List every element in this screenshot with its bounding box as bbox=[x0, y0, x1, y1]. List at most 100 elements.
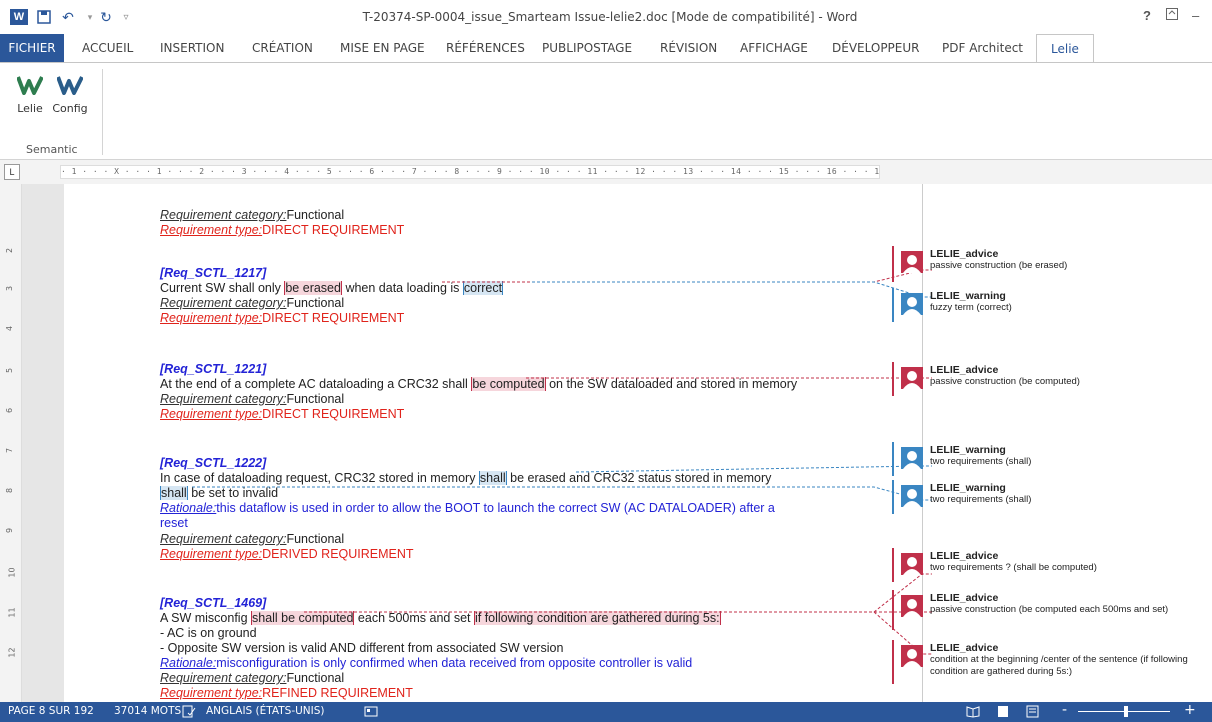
comment-text: condition at the beginning /center of th… bbox=[930, 654, 1188, 677]
config-logo-icon bbox=[57, 76, 83, 95]
vertical-ruler[interactable]: 2 3 4 5 6 7 8 9 10 11 12 bbox=[0, 184, 22, 702]
word-count[interactable]: 37014 MOTS bbox=[114, 705, 181, 717]
customize-quick-access-icon[interactable]: ▿ bbox=[116, 8, 136, 26]
vruler-tick: 4 bbox=[5, 325, 15, 332]
config-button[interactable]: Config bbox=[50, 71, 90, 115]
ribbon-tabs: FICHIER ACCUEIL INSERTION CRÉATION MISE … bbox=[0, 34, 1212, 62]
ribbon-group-divider bbox=[102, 69, 103, 155]
ruler-bar: L · 1 · · · X · · · 1 · · · 2 · · · 3 · … bbox=[0, 160, 1212, 184]
vruler-tick: 2 bbox=[5, 247, 15, 254]
tab-affichage[interactable]: AFFICHAGE bbox=[740, 34, 808, 62]
advice-avatar-icon bbox=[901, 645, 923, 667]
lelie-logo-icon bbox=[17, 76, 43, 95]
config-button-label: Config bbox=[52, 102, 88, 115]
zoom-out-button[interactable]: - bbox=[1062, 702, 1067, 718]
vruler-tick: 11 bbox=[7, 607, 17, 618]
comment-marker bbox=[892, 640, 894, 684]
warning-avatar-icon bbox=[901, 447, 923, 469]
save-icon[interactable] bbox=[34, 8, 54, 26]
comment-author: LELIE_advice bbox=[930, 642, 999, 654]
comment-author: LELIE_advice bbox=[930, 248, 999, 260]
tab-fichier[interactable]: FICHIER bbox=[0, 34, 64, 62]
language-indicator[interactable]: ANGLAIS (ÉTATS-UNIS) bbox=[206, 705, 325, 717]
tab-accueil[interactable]: ACCUEIL bbox=[82, 34, 133, 62]
status-bar: PAGE 8 SUR 192 37014 MOTS ANGLAIS (ÉTATS… bbox=[0, 702, 1212, 722]
comment-marker bbox=[892, 288, 894, 322]
warning-avatar-icon bbox=[901, 293, 923, 315]
undo-icon[interactable]: ↶ bbox=[58, 8, 78, 26]
vruler-tick: 12 bbox=[7, 647, 17, 658]
advice-avatar-icon bbox=[901, 553, 923, 575]
zoom-slider-thumb[interactable] bbox=[1124, 706, 1128, 717]
lelie-button[interactable]: Lelie bbox=[10, 71, 50, 115]
tab-developpeur[interactable]: DÉVELOPPEUR bbox=[832, 34, 920, 62]
vruler-tick: 7 bbox=[5, 447, 15, 454]
comment-balloon[interactable]: LELIE_warning two requirements (shall) bbox=[892, 442, 1212, 476]
comment-marker bbox=[892, 480, 894, 514]
vruler-tick: 5 bbox=[5, 367, 15, 374]
comment-balloon[interactable]: LELIE_warning fuzzy term (correct) bbox=[892, 288, 1212, 322]
comment-marker bbox=[892, 362, 894, 396]
tab-mise-en-page[interactable]: MISE EN PAGE bbox=[340, 34, 425, 62]
advice-avatar-icon bbox=[901, 595, 923, 617]
lelie-button-label: Lelie bbox=[17, 102, 43, 115]
comment-balloon[interactable]: LELIE_advice two requirements ? (shall b… bbox=[892, 548, 1212, 582]
tab-lelie[interactable]: Lelie bbox=[1036, 34, 1094, 62]
tab-publipostage[interactable]: PUBLIPOSTAGE bbox=[542, 34, 632, 62]
ribbon-panel: Lelie Config Semantic bbox=[0, 62, 1212, 160]
word-app-icon[interactable]: W bbox=[10, 9, 28, 25]
page-indicator[interactable]: PAGE 8 SUR 192 bbox=[8, 705, 94, 717]
comment-text: two requirements ? (shall be computed) bbox=[930, 562, 1097, 573]
web-layout-icon[interactable] bbox=[1026, 705, 1040, 718]
comment-marker bbox=[892, 548, 894, 582]
comment-author: LELIE_advice bbox=[930, 592, 999, 604]
comment-text: passive construction (be erased) bbox=[930, 260, 1068, 271]
tab-creation[interactable]: CRÉATION bbox=[252, 34, 313, 62]
vruler-tick: 9 bbox=[5, 527, 15, 534]
tab-selector-button[interactable]: L bbox=[4, 164, 20, 180]
comment-text: passive construction (be computed) bbox=[930, 376, 1080, 387]
horizontal-ruler[interactable]: · 1 · · · X · · · 1 · · · 2 · · · 3 · · … bbox=[60, 165, 880, 179]
minimize-button[interactable]: – bbox=[1192, 8, 1199, 23]
vruler-tick: 10 bbox=[7, 567, 17, 578]
comment-marker bbox=[892, 590, 894, 630]
zoom-in-button[interactable]: + bbox=[1184, 702, 1196, 718]
macro-recording-icon[interactable] bbox=[364, 705, 378, 718]
comment-balloon[interactable]: LELIE_advice passive construction (be co… bbox=[892, 590, 1212, 630]
redo-icon[interactable]: ↻ bbox=[96, 8, 116, 26]
ribbon-display-options-icon[interactable] bbox=[1166, 8, 1178, 23]
proofing-icon[interactable] bbox=[182, 705, 196, 718]
vruler-tick: 6 bbox=[5, 407, 15, 414]
comment-text: two requirements (shall) bbox=[930, 456, 1032, 467]
comment-balloon[interactable]: LELIE_warning two requirements (shall) bbox=[892, 480, 1212, 514]
advice-avatar-icon bbox=[901, 367, 923, 389]
comment-marker bbox=[892, 246, 894, 282]
comment-marker bbox=[892, 442, 894, 476]
comment-author: LELIE_warning bbox=[930, 482, 1006, 494]
window-title: T-20374-SP-0004_issue_Smarteam Issue-lel… bbox=[362, 10, 858, 24]
comment-author: LELIE_advice bbox=[930, 550, 999, 562]
comment-balloon[interactable]: LELIE_advice passive construction (be co… bbox=[892, 362, 1212, 396]
read-mode-icon[interactable] bbox=[966, 705, 980, 718]
vruler-tick: 3 bbox=[5, 285, 15, 292]
help-button[interactable]: ? bbox=[1143, 8, 1151, 23]
comment-author: LELIE_warning bbox=[930, 290, 1006, 302]
title-bar: W ↶ ▾ ↻ ▿ T-20374-SP-0004_issue_Smarteam… bbox=[0, 0, 1212, 34]
comment-text: passive construction (be computed each 5… bbox=[930, 604, 1169, 615]
comment-author: LELIE_advice bbox=[930, 364, 999, 376]
print-layout-icon[interactable] bbox=[996, 705, 1010, 718]
tab-insertion[interactable]: INSERTION bbox=[160, 34, 224, 62]
advice-avatar-icon bbox=[901, 251, 923, 273]
comment-text: fuzzy term (correct) bbox=[930, 302, 1012, 313]
comments-layer: LELIE_advice passive construction (be er… bbox=[22, 184, 1212, 702]
ribbon-group-label: Semantic bbox=[26, 143, 78, 156]
warning-avatar-icon bbox=[901, 485, 923, 507]
comment-balloon[interactable]: LELIE_advice condition at the beginning … bbox=[892, 640, 1212, 684]
tab-references[interactable]: RÉFÉRENCES bbox=[446, 34, 525, 62]
comment-text: two requirements (shall) bbox=[930, 494, 1032, 505]
tab-revision[interactable]: RÉVISION bbox=[660, 34, 717, 62]
tab-pdf-architect[interactable]: PDF Architect bbox=[942, 34, 1023, 62]
comment-author: LELIE_warning bbox=[930, 444, 1006, 456]
vruler-tick: 8 bbox=[5, 487, 15, 494]
comment-balloon[interactable]: LELIE_advice passive construction (be er… bbox=[892, 246, 1212, 282]
